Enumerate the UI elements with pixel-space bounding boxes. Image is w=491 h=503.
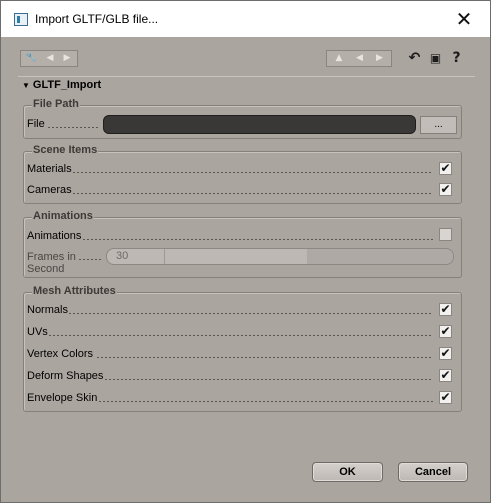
animations-checkbox[interactable] — [439, 228, 452, 241]
materials-row: Materials — [27, 161, 72, 177]
uvs-label: UVs — [27, 326, 48, 338]
normals-row: Normals — [27, 302, 68, 318]
uvs-leader — [49, 335, 433, 336]
deform-shapes-label: Deform Shapes — [27, 370, 104, 382]
normals-checkbox[interactable]: ✔ — [439, 303, 452, 316]
forward-arrow-icon[interactable]: ▶ — [59, 52, 75, 65]
file-path-input[interactable] — [103, 115, 416, 134]
mesh-attributes-title: Mesh Attributes — [32, 285, 117, 297]
vertex-colors-label: Vertex Colors — [27, 348, 94, 360]
right-arrow-icon[interactable]: ▶ — [370, 52, 389, 65]
fps-label-line2: Second — [27, 263, 65, 275]
vertex-colors-row: Vertex Colors — [27, 346, 93, 362]
ok-button[interactable]: OK — [312, 462, 383, 482]
fps-slider[interactable]: 30 — [106, 248, 454, 265]
cameras-label: Cameras — [27, 184, 72, 196]
cameras-row: Cameras — [27, 182, 72, 198]
undo-icon[interactable]: ↶ — [406, 50, 423, 67]
deform-shapes-leader — [105, 379, 433, 380]
uvs-checkbox[interactable]: ✔ — [439, 325, 452, 338]
cancel-button[interactable]: Cancel — [398, 462, 468, 482]
vertex-colors-checkbox[interactable]: ✔ — [439, 347, 452, 360]
materials-leader — [73, 172, 433, 173]
animations-label: Animations — [27, 230, 82, 242]
file-leader — [48, 127, 100, 128]
normals-leader — [69, 313, 433, 314]
envelope-skin-checkbox[interactable]: ✔ — [439, 391, 452, 404]
toolbar-nav-group: ▲ ◀ ▶ — [326, 50, 392, 67]
deform-shapes-checkbox[interactable]: ✔ — [439, 369, 452, 382]
tools-icon[interactable]: 🔧 — [23, 52, 40, 65]
fps-label-line1: Frames in — [27, 251, 76, 263]
section-header[interactable]: ▼ GLTF_Import — [22, 79, 101, 91]
back-arrow-icon[interactable]: ◀ — [42, 52, 58, 65]
envelope-skin-leader — [99, 401, 433, 402]
normals-label: Normals — [27, 304, 68, 316]
uvs-row: UVs — [27, 324, 48, 340]
fps-slider-track — [307, 249, 453, 264]
cameras-checkbox[interactable]: ✔ — [439, 183, 452, 196]
file-label: File — [27, 118, 45, 130]
toolbar-separator — [18, 76, 475, 77]
file-row: File — [27, 116, 45, 132]
scene-items-title: Scene Items — [32, 144, 99, 156]
browse-button[interactable]: ... — [420, 116, 457, 134]
materials-label: Materials — [27, 163, 72, 175]
envelope-skin-row: Envelope Skin — [27, 390, 97, 406]
fps-value[interactable]: 30 — [108, 249, 165, 264]
fps-leader — [79, 259, 101, 260]
fps-label: Frames in Second — [27, 251, 76, 275]
help-icon[interactable]: ? — [448, 50, 465, 67]
toolbar-left-group: 🔧 ◀ ▶ — [20, 50, 78, 67]
app-icon — [14, 13, 28, 26]
left-arrow-icon[interactable]: ◀ — [350, 52, 369, 65]
animations-title: Animations — [32, 210, 94, 222]
section-title: GLTF_Import — [32, 79, 102, 91]
deform-shapes-row: Deform Shapes — [27, 368, 103, 384]
window-icon[interactable]: ▣ — [427, 50, 444, 67]
envelope-skin-label: Envelope Skin — [27, 392, 98, 404]
animations-row: Animations — [27, 228, 81, 244]
collapse-triangle-icon[interactable]: ▼ — [22, 81, 30, 90]
cameras-leader — [73, 193, 433, 194]
scene-items-group: Scene Items — [23, 144, 462, 204]
close-button[interactable]: ✕ — [449, 5, 479, 33]
animations-leader — [83, 239, 433, 240]
up-arrow-icon[interactable]: ▲ — [329, 52, 349, 65]
file-path-title: File Path — [32, 98, 80, 110]
window-title: Import GLTF/GLB file... — [35, 12, 159, 26]
title-bar: Import GLTF/GLB file... ✕ — [1, 1, 490, 37]
import-dialog: Import GLTF/GLB file... ✕ 🔧 ◀ ▶ ▲ ◀ ▶ ↶ … — [0, 0, 491, 503]
vertex-colors-leader — [97, 357, 433, 358]
materials-checkbox[interactable]: ✔ — [439, 162, 452, 175]
